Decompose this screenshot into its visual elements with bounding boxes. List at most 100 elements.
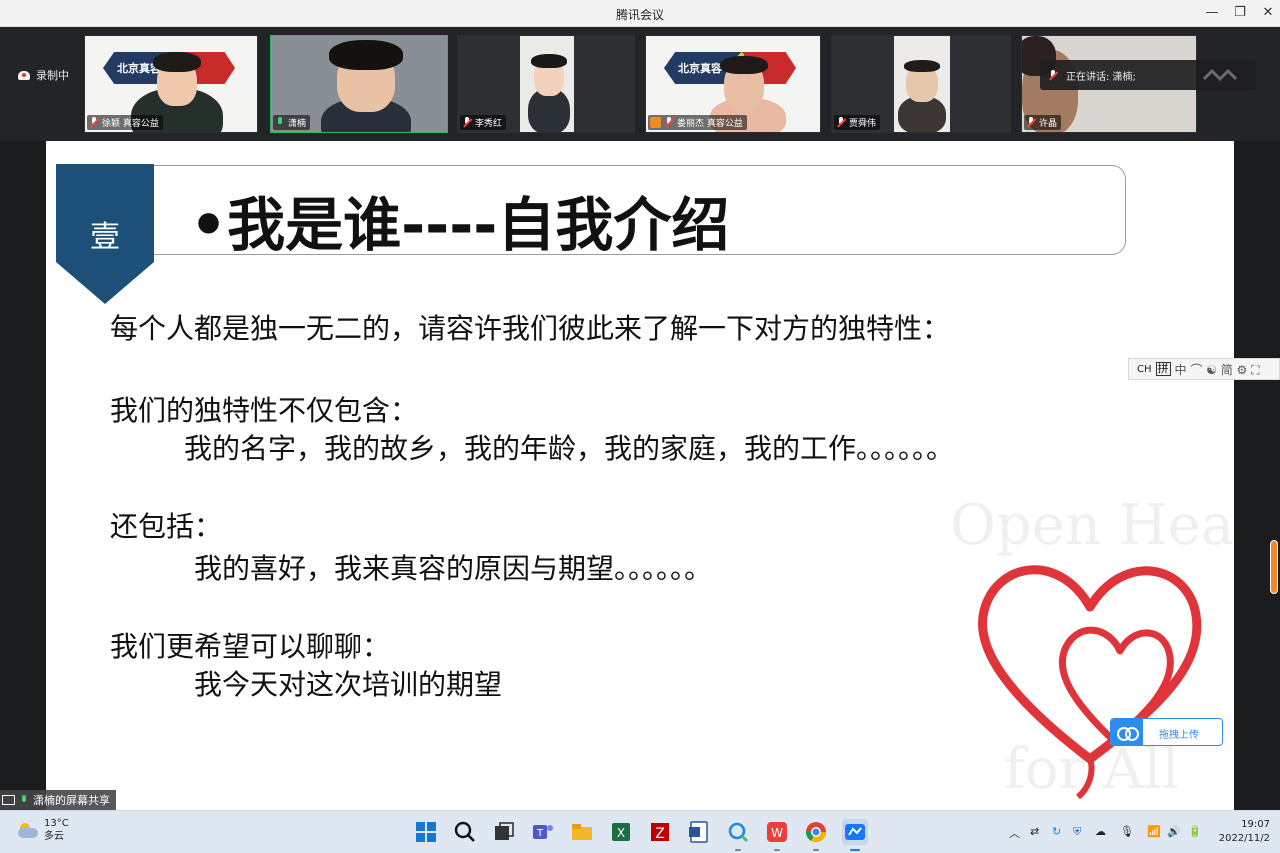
participant-namebar: 李秀红 <box>460 115 507 130</box>
taskbar-clock[interactable]: 19:07 2022/11/2 <box>1214 818 1270 846</box>
participant-name: 徐颖 真容公益 <box>102 119 159 129</box>
start-icon[interactable] <box>413 819 439 845</box>
participant-name: 李秀红 <box>475 119 503 129</box>
minimize-button[interactable]: — <box>1198 3 1226 23</box>
video-strip: 录制中 北京真容 会 徐颖 真容公益 潇楠 李秀红 北京真容 会 娄丽杰 真容公… <box>0 27 1280 141</box>
svg-text:W: W <box>771 826 783 840</box>
tencent-meeting-search-icon[interactable] <box>725 819 751 845</box>
tray-microphone-icon[interactable]: 🎙 <box>1120 825 1134 838</box>
video-tile-2[interactable]: 潇楠 <box>270 35 448 133</box>
recording-label: 录制中 <box>36 69 69 82</box>
ime-toolbar[interactable]: CH 拼 中 ⌒ ☯ 简 ⚙ ⛶ <box>1128 358 1280 380</box>
task-view-icon[interactable] <box>491 819 517 845</box>
side-scroll-handle[interactable] <box>1270 540 1278 594</box>
participant-namebar: 贾舜伟 <box>834 115 881 130</box>
speaking-indicator: 正在讲话: 潇楠; <box>1040 60 1256 90</box>
slide-line-5: 我的喜好，我来真容的原因与期望。。。。。。 <box>194 552 713 585</box>
wifi-icon[interactable]: 📶 <box>1147 825 1161 838</box>
mic-muted-icon <box>1048 69 1058 81</box>
slide-title: •我是谁----自我介绍 <box>190 191 730 259</box>
tencent-meeting-icon[interactable] <box>842 819 868 845</box>
participant-namebar: 娄丽杰 真容公益 <box>648 115 747 130</box>
slide-title-box: •我是谁----自我介绍 <box>154 165 1126 259</box>
video-tile-4[interactable]: 北京真容 会 娄丽杰 真容公益 <box>645 35 821 133</box>
partly-cloudy-icon <box>16 823 38 839</box>
wps-icon[interactable]: W <box>764 819 790 845</box>
mic-muted-icon <box>462 117 472 128</box>
slide-line-2: 我们的独特性不仅包含： <box>110 394 419 427</box>
mic-on-icon <box>275 117 285 128</box>
video-tile-1[interactable]: 北京真容 会 徐颖 真容公益 <box>84 35 258 133</box>
slide-line-4: 还包括： <box>110 510 223 543</box>
speaking-label: 正在讲话: 潇楠; <box>1066 71 1136 83</box>
window-title: 腾讯会议 <box>615 8 664 22</box>
slide-line-6: 我们更希望可以聊聊： <box>110 630 391 663</box>
taskbar-running-indicator <box>850 849 860 851</box>
weather-condition: 多云 <box>44 831 64 842</box>
window-titlebar: 腾讯会议 — ❐ ✕ <box>0 0 1280 27</box>
participant-name: 娄丽杰 真容公益 <box>677 119 743 129</box>
taskbar: 13°C 多云 T X Z W ︿ ⇄ ↻ ⛨ ☁ 🎙 � <box>0 810 1280 853</box>
battery-icon[interactable]: 🔋 <box>1188 825 1202 838</box>
close-button[interactable]: ✕ <box>1254 3 1280 23</box>
teams-icon[interactable]: T <box>530 819 556 845</box>
taskbar-running-indicator <box>774 849 780 851</box>
video-tile-3[interactable]: 李秀红 <box>457 35 635 133</box>
recording-icon <box>18 70 30 80</box>
tray-transfer-icon[interactable]: ⇄ <box>1030 825 1039 838</box>
screen-share-label: 潇楠的屏幕共享 <box>0 790 116 810</box>
tray-shield-icon[interactable]: ⛨ <box>1073 825 1081 839</box>
section-badge-text: 壹 <box>90 220 120 255</box>
weather-temp: 13°C <box>44 818 69 829</box>
drag-upload-button[interactable]: 拖拽上传 <box>1110 718 1223 746</box>
host-icon <box>650 117 661 128</box>
ime-mode[interactable]: 拼 <box>1155 362 1171 376</box>
ime-lang[interactable]: CH <box>1137 364 1152 375</box>
video-tile-5[interactable]: 贾舜伟 <box>831 35 1011 133</box>
heart-logo-icon <box>978 565 1202 800</box>
participant-name: 贾舜伟 <box>849 119 877 129</box>
drag-upload-label: 拖拽上传 <box>1159 730 1199 741</box>
excel-icon[interactable]: X <box>608 819 634 845</box>
cloud-link-icon <box>1111 719 1143 745</box>
slide-line-3: 我的名字，我的故乡，我的年龄，我的家庭，我的工作。。。。。。 <box>184 432 955 465</box>
word-doc-icon[interactable] <box>686 819 712 845</box>
participant-namebar: 潇楠 <box>273 115 311 130</box>
taskbar-running-indicator <box>813 849 819 851</box>
search-icon[interactable] <box>452 819 478 845</box>
chrome-icon[interactable] <box>803 819 829 845</box>
slide-line-1: 每个人都是独一无二的，请容许我们彼此来了解一下对方的独特性： <box>110 312 951 345</box>
section-badge: 壹 <box>56 164 154 304</box>
ime-extras[interactable]: 中 ⌒ ☯ 简 ⚙ ⛶ <box>1175 361 1260 378</box>
tray-overflow-chevron-icon[interactable]: ︿ <box>1009 825 1020 841</box>
restore-button[interactable]: ❐ <box>1226 3 1254 23</box>
participant-namebar: 许晶 <box>1024 115 1062 130</box>
participant-name: 许晶 <box>1039 119 1058 129</box>
file-explorer-icon[interactable] <box>569 819 595 845</box>
svg-text:Z: Z <box>655 826 665 842</box>
clock-date: 2022/11/2 <box>1218 833 1270 844</box>
svg-text:X: X <box>617 826 625 840</box>
meeting-logo-icon <box>1202 69 1238 81</box>
mic-muted-icon <box>836 117 846 128</box>
mic-on-icon <box>19 794 29 806</box>
filezilla-icon[interactable]: Z <box>647 819 673 845</box>
svg-text:T: T <box>536 828 544 839</box>
taskbar-running-indicator <box>735 849 741 851</box>
participant-namebar: 徐颖 真容公益 <box>87 115 163 130</box>
watermark-top: Open Hearts <box>950 493 1234 558</box>
screen-share-icon <box>2 795 15 805</box>
mic-muted-icon <box>664 117 674 128</box>
screen-share-text: 潇楠的屏幕共享 <box>33 794 110 807</box>
slide-line-7: 我今天对这次培训的期望 <box>194 668 503 701</box>
mic-muted-icon <box>89 117 99 128</box>
mic-muted-icon <box>1026 117 1036 128</box>
recording-indicator[interactable]: 录制中 <box>18 67 69 83</box>
shared-slide: 壹 •我是谁----自我介绍 每个人都是独一无二的，请容许我们彼此来了解一下对方… <box>46 141 1234 810</box>
volume-icon[interactable]: 🔊 <box>1167 825 1181 838</box>
tray-cloud-icon[interactable]: ☁ <box>1095 825 1106 838</box>
participant-name: 潇楠 <box>288 119 307 129</box>
weather-widget[interactable]: 13°C 多云 <box>16 817 69 843</box>
clock-time: 19:07 <box>1241 819 1270 830</box>
tray-sync-icon[interactable]: ↻ <box>1052 825 1061 838</box>
